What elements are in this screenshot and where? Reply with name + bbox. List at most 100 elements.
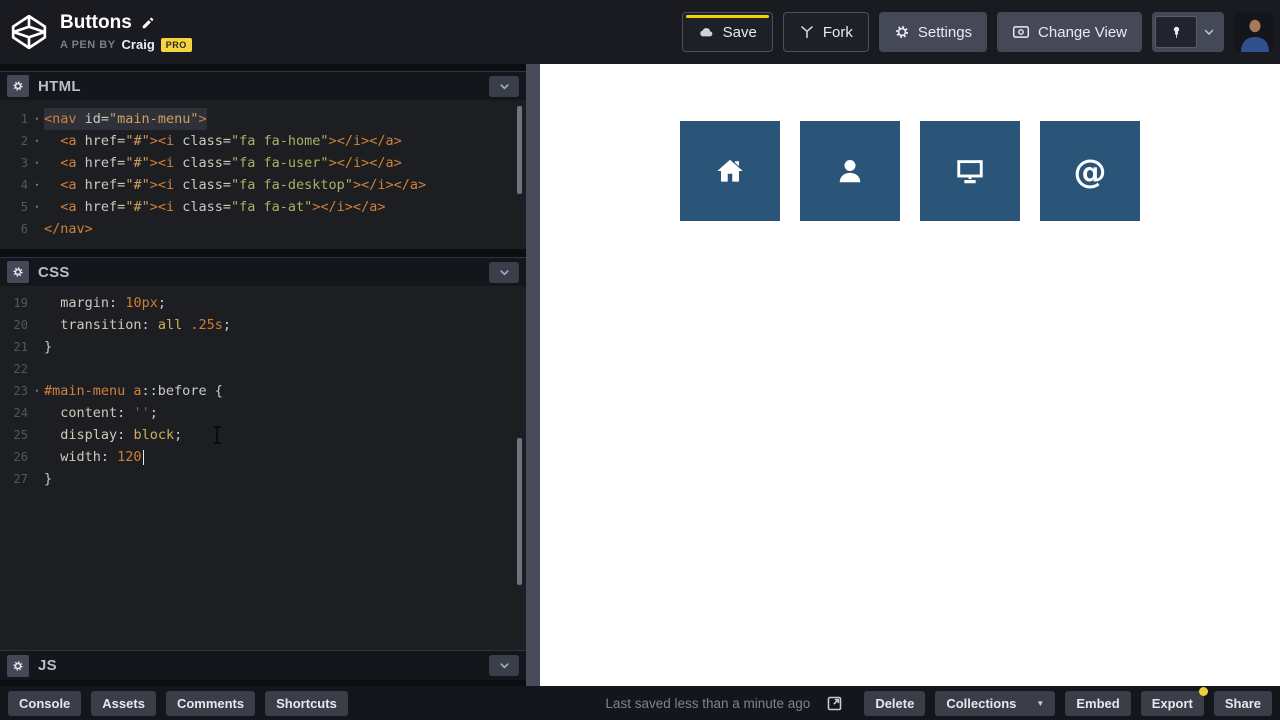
save-button[interactable]: Save — [681, 12, 773, 52]
fold-marker-icon[interactable]: ▾ — [30, 130, 44, 152]
code-text: <nav id="main-menu"> — [44, 108, 207, 130]
top-bar: Buttons A PEN BY Craig PRO Save Fork Set… — [0, 0, 1280, 64]
preview-button-at[interactable]: @ — [1040, 121, 1140, 221]
html-settings-button[interactable] — [7, 75, 29, 97]
settings-button[interactable]: Settings — [878, 12, 988, 52]
chevron-down-icon — [499, 83, 509, 89]
fork-icon — [801, 26, 813, 39]
fold-marker-icon[interactable]: ▾ — [30, 380, 44, 402]
line-number: 27 — [13, 472, 28, 486]
line-number: 2 — [20, 134, 28, 148]
share-button[interactable]: Share — [1213, 690, 1272, 716]
shortcuts-button[interactable]: Shortcuts — [265, 690, 348, 716]
html-scrollbar[interactable] — [517, 106, 522, 194]
pro-badge: PRO — [160, 37, 192, 52]
open-external-button[interactable] — [822, 691, 846, 715]
fold-gutter — [30, 424, 44, 446]
line-number: 5 — [20, 200, 28, 214]
code-line[interactable]: 24 content: ''; — [0, 402, 526, 424]
preview-button-desktop[interactable] — [920, 121, 1020, 221]
css-settings-button[interactable] — [7, 261, 29, 283]
gear-icon — [13, 660, 23, 671]
desktop-icon — [955, 156, 985, 186]
footer-action-buttons: Delete Collections ▼ Embed Export Share — [864, 686, 1272, 716]
code-line[interactable]: 5 ▾ <a href="#"><i class="fa fa-at"></i><… — [0, 196, 526, 218]
chevron-down-icon — [1204, 29, 1214, 36]
fold-gutter — [30, 336, 44, 358]
code-text: <a href="#"><i class="fa fa-desktop"></i… — [60, 177, 427, 193]
code-line[interactable]: 19 margin: 10px; — [0, 292, 526, 314]
html-code-lines: 1 ▾ <nav id="main-menu"> 2 ▾ <a href="#"><i … — [0, 108, 526, 240]
preview-button-user[interactable] — [800, 121, 900, 221]
js-settings-button[interactable] — [7, 654, 29, 677]
change-view-button[interactable]: Change View — [997, 12, 1142, 52]
code-line[interactable]: 23 ▾ #main-menu a::before { — [0, 380, 526, 402]
codepen-logo-icon[interactable] — [8, 11, 50, 53]
code-line[interactable]: 22 — [0, 358, 526, 380]
html-collapse-button[interactable] — [489, 75, 519, 97]
edit-title-pencil-icon[interactable] — [141, 16, 155, 30]
code-line[interactable]: 1 ▾ <nav id="main-menu"> — [0, 108, 526, 130]
code-text: <a href="#"><i class="fa fa-home"></i></… — [60, 133, 402, 149]
html-code-editor[interactable]: 1 ▾ <nav id="main-menu"> 2 ▾ <a href="#"><i … — [0, 100, 526, 249]
code-line[interactable]: 27} — [0, 468, 526, 490]
css-collapse-button[interactable] — [489, 261, 519, 283]
css-code-editor[interactable]: 19 margin: 10px; 20 transition: all .25s;… — [0, 286, 526, 650]
line-number: 4 — [20, 178, 28, 192]
top-actions: Save Fork Settings Change View — [681, 12, 1274, 52]
js-collapse-button[interactable] — [489, 655, 519, 676]
css-scrollbar[interactable] — [517, 438, 522, 585]
author-name[interactable]: Craig — [122, 37, 155, 52]
preview-button-home[interactable] — [680, 121, 780, 221]
pin-button[interactable] — [1155, 16, 1197, 48]
fold-marker-icon[interactable]: ▾ — [30, 108, 44, 130]
html-editor-header: HTML — [0, 71, 526, 100]
line-number: 19 — [13, 296, 28, 310]
user-avatar[interactable] — [1234, 12, 1274, 52]
code-line[interactable]: 4 ▾ <a href="#"><i class="fa fa-desktop">… — [0, 174, 526, 196]
line-number: 1 — [20, 112, 28, 126]
fork-button[interactable]: Fork — [782, 12, 869, 52]
comments-button[interactable]: Comments — [165, 690, 256, 716]
pen-title-block: Buttons A PEN BY Craig PRO — [60, 12, 192, 52]
code-line[interactable]: 3 ▾ <a href="#"><i class="fa fa-user"></i… — [0, 152, 526, 174]
pin-button-group — [1152, 12, 1224, 52]
fold-marker-icon[interactable]: ▾ — [30, 174, 44, 196]
code-line[interactable]: 25 display: block; — [0, 424, 526, 446]
gear-icon — [13, 81, 23, 91]
fold-gutter — [30, 446, 44, 468]
embed-button[interactable]: Embed — [1065, 690, 1131, 716]
fold-gutter — [30, 218, 44, 240]
panel-resize-handle[interactable] — [526, 64, 540, 686]
line-number: 23 — [13, 384, 28, 398]
code-text: <a href="#"><i class="fa fa-at"></i></a> — [60, 199, 386, 215]
code-line[interactable]: 6 </nav> — [0, 218, 526, 240]
code-line[interactable]: 21} — [0, 336, 526, 358]
export-button[interactable]: Export — [1140, 686, 1209, 716]
line-number: 25 — [13, 428, 28, 442]
code-line[interactable]: 20 transition: all .25s; — [0, 314, 526, 336]
code-text: #main-menu a::before { — [44, 383, 223, 399]
code-line[interactable]: 2 ▾ <a href="#"><i class="fa fa-home"></i… — [0, 130, 526, 152]
fold-marker-icon[interactable]: ▾ — [30, 196, 44, 218]
css-editor-header: CSS — [0, 257, 526, 286]
external-link-icon — [827, 696, 842, 710]
code-text: content: ''; — [60, 405, 158, 421]
pen-by-label: A PEN BY — [60, 38, 116, 51]
last-saved-status: Last saved less than a minute ago — [605, 695, 811, 711]
chevron-down-icon — [499, 663, 509, 669]
code-line[interactable]: 26 width: 120 — [0, 446, 526, 468]
main-area: HTML 1 ▾ <nav id="main-menu"> 2 ▾ <a href="#… — [0, 64, 1280, 686]
js-editor-label: JS — [38, 657, 57, 674]
pin-dropdown-button[interactable] — [1197, 26, 1221, 38]
code-text: } — [44, 471, 53, 487]
fold-marker-icon[interactable]: ▾ — [30, 152, 44, 174]
console-button[interactable]: Console — [8, 690, 82, 716]
delete-button[interactable]: Delete — [864, 690, 926, 716]
collections-button[interactable]: Collections ▼ — [935, 690, 1056, 716]
assets-button[interactable]: Assets — [91, 690, 156, 716]
fold-gutter — [30, 292, 44, 314]
gear-icon — [13, 267, 23, 277]
dropdown-caret-icon: ▼ — [1036, 698, 1045, 708]
gear-icon — [895, 26, 908, 38]
